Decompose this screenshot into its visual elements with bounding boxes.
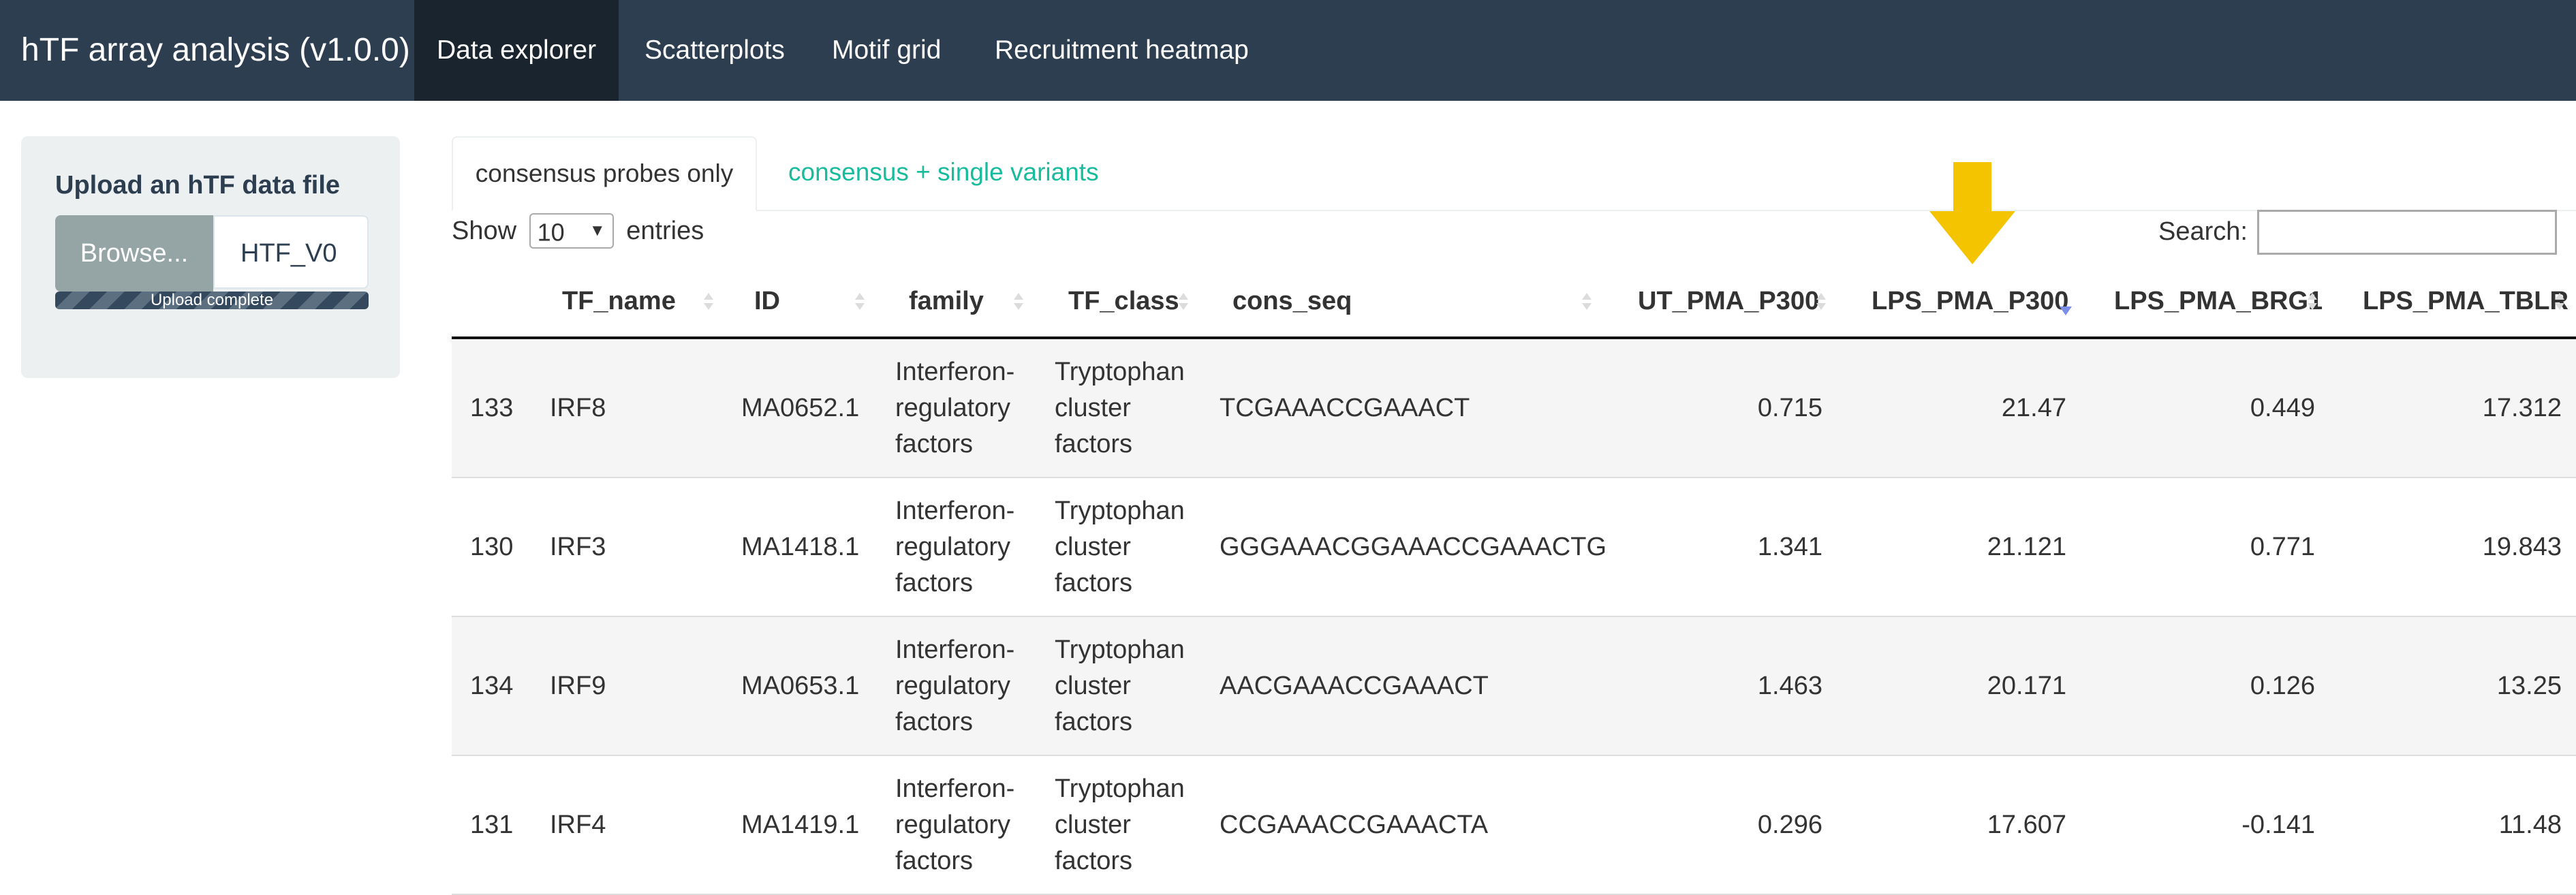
cell-lps-pma-brg1: 0.449: [2250, 393, 2315, 422]
cell-lps-pma-tblr: 13.25: [2496, 671, 2562, 700]
cell-index: 130: [470, 532, 514, 561]
cell-cons-seq: CCGAAACCGAAACTA: [1220, 810, 1489, 839]
browse-button[interactable]: Browse...: [55, 215, 213, 292]
cell-index: 131: [470, 810, 514, 839]
sort-icon[interactable]: [1815, 293, 1827, 311]
upload-progress-bar: Upload complete: [55, 292, 369, 309]
table-row[interactable]: 134 IRF9 MA0653.1 Interferon-regulatory …: [452, 617, 2576, 756]
cell-cons-seq: TCGAAACCGAAACT: [1220, 393, 1470, 422]
upload-progress-text: Upload complete: [150, 292, 274, 309]
tab-consensus-probes-only[interactable]: consensus probes only: [452, 136, 757, 211]
sidebar-panel: Upload an hTF data file Browse... HTF_V0…: [21, 136, 400, 378]
column-header-id[interactable]: ID: [754, 266, 780, 336]
cell-family: Interferon-regulatory factors: [895, 635, 1015, 736]
cell-id: MA1419.1: [741, 810, 860, 839]
nav-scatterplots[interactable]: Scatterplots: [645, 0, 785, 101]
cell-tf-class: Tryptophan cluster factors: [1055, 774, 1185, 875]
cell-cons-seq: AACGAAACCGAAACT: [1220, 671, 1489, 700]
sort-descending-icon[interactable]: [2058, 293, 2072, 315]
cell-ut-pma-p300: 1.341: [1757, 532, 1822, 561]
cell-tf-name: IRF3: [550, 532, 606, 561]
cell-lps-pma-tblr: 11.48: [2498, 810, 2562, 839]
table-row[interactable]: 130 IRF3 MA1418.1 Interferon-regulatory …: [452, 478, 2576, 617]
cell-tf-name: IRF9: [550, 671, 606, 700]
tab-consensus-single-variants[interactable]: consensus + single variants: [788, 136, 1099, 208]
cell-lps-pma-p300: 21.47: [2001, 393, 2066, 422]
cell-family: Interferon-regulatory factors: [895, 774, 1015, 875]
search-label: Search:: [2158, 217, 2248, 246]
sort-icon[interactable]: [2554, 293, 2566, 311]
column-header-tf-class[interactable]: TF_class: [1068, 266, 1179, 336]
cell-tf-class: Tryptophan cluster factors: [1055, 357, 1185, 458]
column-header-family[interactable]: family: [909, 266, 984, 336]
cell-ut-pma-p300: 0.296: [1757, 810, 1822, 839]
nav-data-explorer[interactable]: Data explorer: [414, 0, 619, 101]
column-header-lps-pma-tblr[interactable]: LPS_PMA_TBLR: [2363, 266, 2569, 336]
cell-cons-seq: GGGAAACGGAAACCGAAACTG: [1220, 532, 1607, 561]
cell-tf-class: Tryptophan cluster factors: [1055, 496, 1185, 597]
sort-icon[interactable]: [2306, 293, 2318, 311]
column-header-ut-pma-p300[interactable]: UT_PMA_P300: [1638, 266, 1819, 336]
data-table: TF_name ID family TF_class cons_seq UT_P…: [452, 266, 2576, 895]
table-row[interactable]: 133 IRF8 MA0652.1 Interferon-regulatory …: [452, 339, 2576, 478]
cell-index: 134: [470, 671, 514, 700]
sort-icon[interactable]: [854, 293, 866, 311]
arrow-down-icon: [1929, 162, 2015, 264]
entries-control: Show 10 ▼ entries: [452, 210, 704, 249]
cell-family: Interferon-regulatory factors: [895, 496, 1015, 597]
table-row[interactable]: 131 IRF4 MA1419.1 Interferon-regulatory …: [452, 756, 2576, 895]
table-header: TF_name ID family TF_class cons_seq UT_P…: [452, 266, 2576, 339]
sort-icon[interactable]: [1581, 293, 1593, 311]
entries-label: entries: [626, 216, 704, 245]
column-header-tf-name[interactable]: TF_name: [562, 266, 676, 336]
cell-lps-pma-brg1: 0.126: [2250, 671, 2315, 700]
cell-family: Interferon-regulatory factors: [895, 357, 1015, 458]
cell-id: MA1418.1: [741, 532, 860, 561]
cell-id: MA0653.1: [741, 671, 860, 700]
show-label: Show: [452, 216, 517, 245]
column-header-lps-pma-p300[interactable]: LPS_PMA_P300: [1872, 266, 2068, 336]
cell-lps-pma-tblr: 19.843: [2482, 532, 2562, 561]
cell-ut-pma-p300: 0.715: [1757, 393, 1822, 422]
cell-lps-pma-p300: 17.607: [1987, 810, 2066, 839]
sort-icon[interactable]: [1177, 293, 1190, 311]
cell-lps-pma-p300: 21.121: [1987, 532, 2066, 561]
sort-icon[interactable]: [702, 293, 715, 311]
cell-index: 133: [470, 393, 514, 422]
cell-tf-name: IRF8: [550, 393, 606, 422]
cell-lps-pma-tblr: 17.312: [2482, 393, 2562, 422]
entries-value: 10: [537, 218, 565, 247]
file-name-field[interactable]: HTF_V0: [213, 215, 369, 289]
column-header-cons-seq[interactable]: cons_seq: [1232, 266, 1352, 336]
cell-tf-class: Tryptophan cluster factors: [1055, 635, 1185, 736]
cell-id: MA0652.1: [741, 393, 860, 422]
navbar: hTF array analysis (v1.0.0) Data explore…: [0, 0, 2576, 101]
cell-tf-name: IRF4: [550, 810, 606, 839]
cell-lps-pma-p300: 20.171: [1987, 671, 2066, 700]
app-title: hTF array analysis (v1.0.0): [21, 32, 410, 68]
nav-recruitment-heatmap[interactable]: Recruitment heatmap: [995, 0, 1249, 101]
cell-lps-pma-brg1: -0.141: [2241, 810, 2315, 839]
sort-icon[interactable]: [1012, 293, 1025, 311]
column-header-lps-pma-brg1[interactable]: LPS_PMA_BRG1: [2114, 266, 2323, 336]
nav-motif-grid[interactable]: Motif grid: [832, 0, 941, 101]
chevron-down-icon: ▼: [589, 221, 606, 240]
cell-lps-pma-brg1: 0.771: [2250, 532, 2315, 561]
tab-bar: consensus probes only consensus + single…: [452, 136, 2576, 211]
search-input[interactable]: [2257, 210, 2557, 255]
cell-ut-pma-p300: 1.463: [1757, 671, 1822, 700]
entries-select[interactable]: 10 ▼: [529, 213, 614, 249]
upload-label: Upload an hTF data file: [55, 171, 341, 200]
column-header-index: [452, 266, 554, 336]
